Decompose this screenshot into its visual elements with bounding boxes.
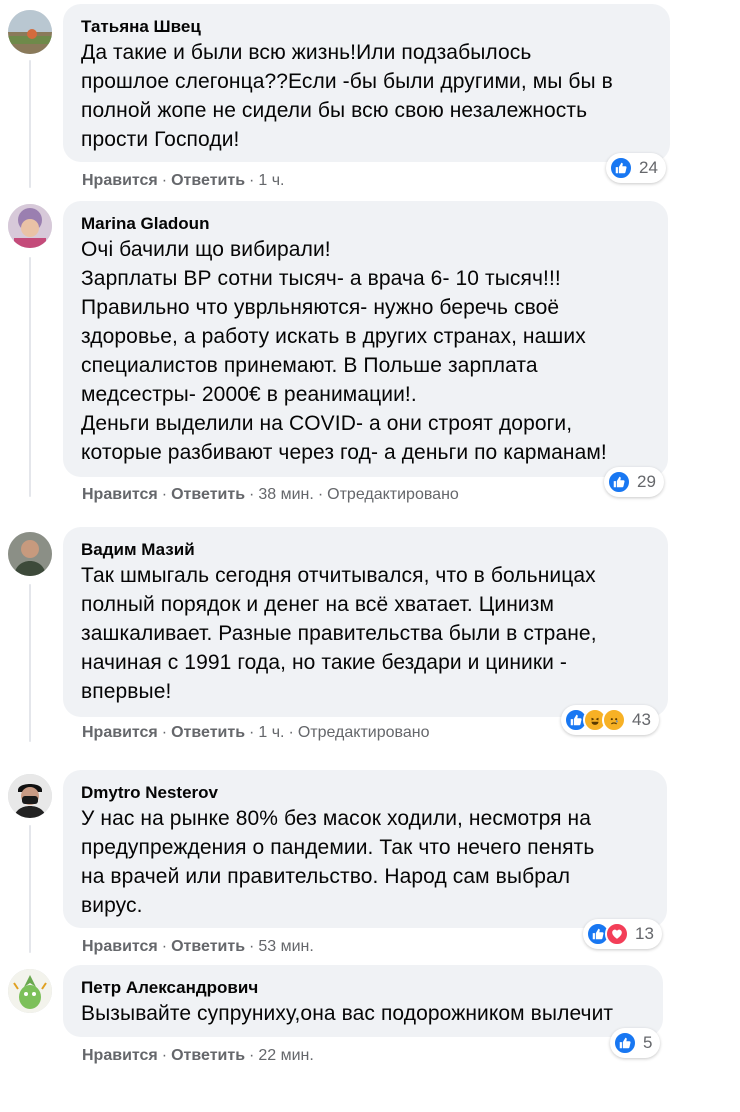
- comment-bubble: Вадим Мазий Так шмыгаль сегодня отчитыва…: [63, 527, 668, 717]
- comment-author[interactable]: Татьяна Швец: [81, 16, 654, 38]
- comment-text: Да такие и были всю жизнь!Или подзабылос…: [81, 41, 613, 151]
- reaction-count: 5: [643, 1033, 653, 1052]
- thumbs-up-icon: [609, 156, 633, 180]
- reaction-summary[interactable]: 13: [583, 919, 662, 949]
- edited-label: Отредактировано: [297, 724, 430, 741]
- comment-feed: Татьяна Швец Да такие и были всю жизнь!И…: [0, 0, 740, 1112]
- comment-text: У нас на рынке 80% без масок ходили, нес…: [81, 807, 595, 917]
- thread-line: [29, 60, 31, 188]
- like-button[interactable]: Нравится: [82, 938, 158, 955]
- separator-dot: ·: [249, 172, 255, 189]
- avatar[interactable]: [8, 774, 52, 818]
- comment-timestamp[interactable]: 1 ч.: [258, 724, 284, 741]
- thread-line: [29, 825, 31, 953]
- separator-dot: ·: [317, 486, 324, 503]
- separator-dot: ·: [249, 724, 255, 741]
- comment-author[interactable]: Петр Александрович: [81, 977, 647, 999]
- comment-bubble: Marina Gladoun Очі бачили що вибирали! З…: [63, 201, 668, 477]
- avatar[interactable]: [8, 532, 52, 576]
- comment-text: Очі бачили що вибирали! Зарплаты ВР сотн…: [81, 238, 607, 464]
- edited-label: Отредактировано: [327, 486, 459, 503]
- comment-timestamp[interactable]: 22 мин.: [258, 1047, 313, 1064]
- avatar[interactable]: [8, 969, 52, 1013]
- comment-actions: Нравится · Ответить · 1 ч.: [82, 171, 284, 191]
- thread-line: [29, 257, 31, 497]
- reaction-summary[interactable]: 29: [604, 467, 664, 497]
- reply-button[interactable]: Ответить: [171, 172, 245, 189]
- reaction-count: 24: [639, 158, 658, 177]
- avatar-image: [8, 532, 52, 576]
- reaction-count: 13: [635, 924, 654, 943]
- heart-icon: [605, 922, 629, 946]
- separator-dot: ·: [249, 938, 255, 955]
- reply-button[interactable]: Ответить: [171, 724, 245, 741]
- reaction-count: 29: [637, 472, 656, 491]
- thread-line: [29, 584, 31, 742]
- avatar[interactable]: [8, 204, 52, 248]
- comment-text: Так шмыгаль сегодня отчитывался, что в б…: [81, 564, 597, 703]
- reaction-summary[interactable]: 5: [610, 1028, 661, 1058]
- like-button[interactable]: Нравится: [82, 486, 158, 503]
- comment-bubble: Татьяна Швец Да такие и были всю жизнь!И…: [63, 4, 670, 162]
- sad-face-icon: [602, 708, 626, 732]
- reply-button[interactable]: Ответить: [171, 938, 245, 955]
- reaction-summary[interactable]: 24: [606, 153, 666, 183]
- comment-actions: Нравится · Ответить · 1 ч. · Отредактировано: [82, 723, 429, 743]
- avatar-image: [8, 204, 52, 248]
- reaction-summary[interactable]: 43: [561, 705, 659, 735]
- avatar-image: [8, 10, 52, 54]
- comment-author[interactable]: Marina Gladoun: [81, 213, 652, 235]
- comment-timestamp[interactable]: 38 мин.: [258, 486, 313, 503]
- like-button[interactable]: Нравится: [82, 172, 158, 189]
- reaction-count: 43: [632, 710, 651, 729]
- thumbs-up-icon: [607, 470, 631, 494]
- comment-actions: Нравится · Ответить · 38 мин. · Отредактирован…: [82, 485, 459, 505]
- comment-actions: Нравится · Ответить · 22 мин.: [82, 1046, 314, 1066]
- reply-button[interactable]: Ответить: [171, 486, 245, 503]
- separator-dot: ·: [161, 938, 168, 955]
- thumbs-up-icon: [613, 1031, 637, 1055]
- reply-button[interactable]: Ответить: [171, 1047, 245, 1064]
- comment-author[interactable]: Dmytro Nesterov: [81, 782, 651, 804]
- comment-author[interactable]: Вадим Мазий: [81, 539, 652, 561]
- separator-dot: ·: [161, 172, 168, 189]
- comment-text: Вызывайте супруниху,она вас подорожником…: [81, 1002, 614, 1025]
- avatar-image: [8, 774, 52, 818]
- avatar[interactable]: [8, 10, 52, 54]
- comment-timestamp[interactable]: 1 ч.: [258, 172, 284, 189]
- avatar-image: [8, 969, 52, 1013]
- like-button[interactable]: Нравится: [82, 724, 158, 741]
- separator-dot: ·: [161, 1047, 168, 1064]
- comment-bubble: Dmytro Nesterov У нас на рынке 80% без м…: [63, 770, 667, 928]
- separator-dot: ·: [161, 486, 168, 503]
- comment-actions: Нравится · Ответить · 53 мин.: [82, 937, 314, 957]
- separator-dot: ·: [249, 1047, 255, 1064]
- separator-dot: ·: [249, 486, 255, 503]
- separator-dot: ·: [161, 724, 168, 741]
- separator-dot: ·: [288, 724, 294, 741]
- comment-bubble: Петр Александрович Вызывайте супруниху,о…: [63, 965, 663, 1037]
- comment-timestamp[interactable]: 53 мин.: [258, 938, 313, 955]
- like-button[interactable]: Нравится: [82, 1047, 158, 1064]
